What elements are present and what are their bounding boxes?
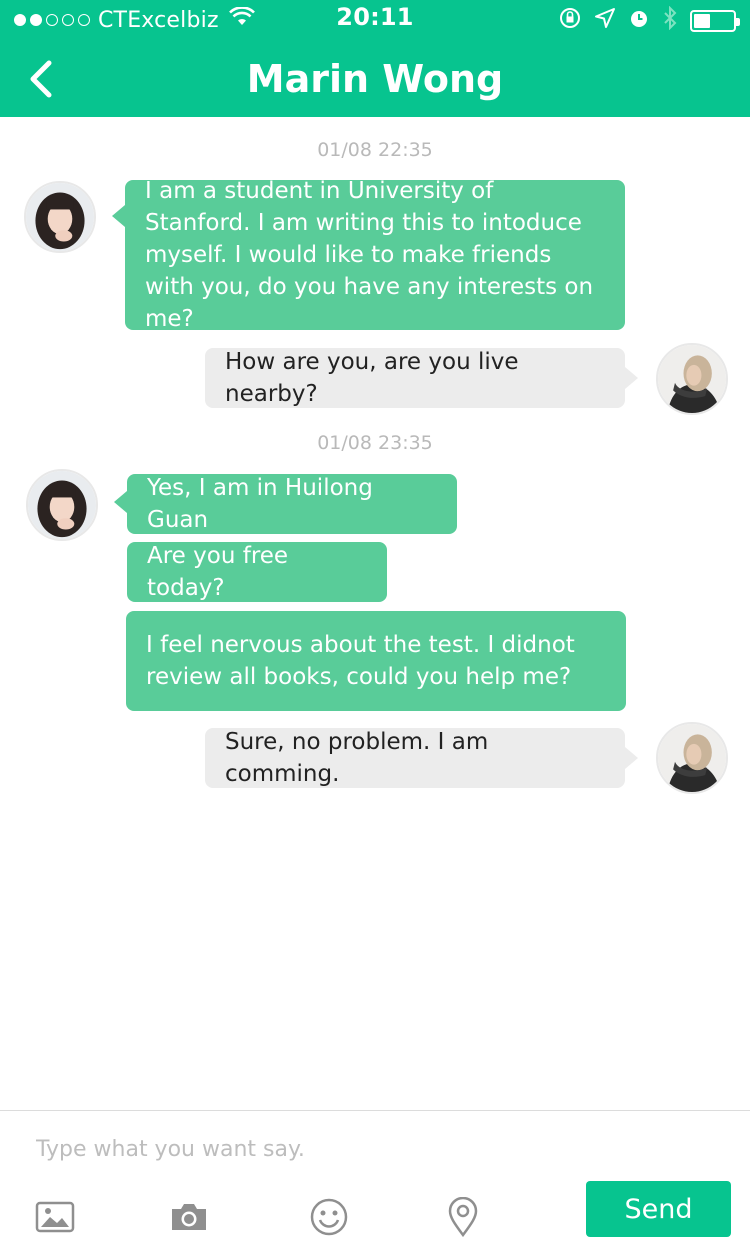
message-bubble-incoming[interactable]: Are you free today? [127, 542, 387, 602]
location-arrow-icon [594, 7, 616, 35]
bubble-tail [112, 205, 125, 227]
message-bubble-incoming[interactable]: I am a student in University of Stanford… [125, 178, 625, 332]
emoji-button[interactable] [307, 1197, 351, 1237]
message-text: How are you, are you live nearby? [225, 349, 519, 407]
bluetooth-icon [662, 5, 678, 36]
emoji-icon [310, 1198, 348, 1236]
camera-icon [172, 1204, 206, 1230]
battery-icon [690, 10, 740, 32]
user-avatar[interactable] [656, 343, 728, 415]
chevron-left-icon [30, 60, 52, 98]
rotation-lock-icon [558, 6, 582, 36]
status-icons [558, 5, 740, 36]
message-input[interactable] [36, 1129, 716, 1169]
image-icon [35, 1201, 75, 1233]
bubble-tail [114, 491, 127, 513]
top-bar: CTExcelbiz 20:11 Marin Wong [0, 0, 750, 117]
contact-avatar[interactable] [26, 469, 98, 541]
back-button[interactable] [20, 54, 60, 104]
timestamp: 01/08 22:35 [317, 139, 433, 161]
status-bar: CTExcelbiz 20:11 [0, 0, 750, 40]
message-bubble-outgoing[interactable]: Sure, no problem. I am comming. [205, 728, 625, 788]
message-text: Yes, I am in Huilong Guan [147, 475, 373, 533]
message-list[interactable]: 01/08 22:35 I am a student in University… [0, 117, 750, 1110]
camera-button[interactable] [167, 1197, 211, 1237]
alarm-icon [628, 7, 650, 35]
message-text: Are you free today? [147, 543, 289, 601]
location-button[interactable] [441, 1197, 485, 1237]
send-button[interactable]: Send [586, 1181, 731, 1237]
bubble-tail [625, 367, 638, 389]
location-icon [448, 1197, 478, 1237]
nav-bar: Marin Wong [0, 40, 750, 117]
message-bubble-incoming[interactable]: I feel nervous about the test. I didnot … [126, 611, 626, 711]
message-bubble-outgoing[interactable]: How are you, are you live nearby? [205, 348, 625, 408]
message-text: I feel nervous about the test. I didnot … [146, 632, 575, 690]
message-bubble-incoming[interactable]: Yes, I am in Huilong Guan [127, 474, 457, 534]
message-text: Sure, no problem. I am comming. [225, 729, 489, 787]
image-button[interactable] [33, 1197, 77, 1237]
page-title: Marin Wong [246, 56, 504, 101]
bubble-tail [625, 747, 638, 769]
chat-screen: CTExcelbiz 20:11 Marin Wong 01/08 22:35 … [0, 0, 750, 1254]
timestamp: 01/08 23:35 [317, 432, 433, 454]
message-text: I am a student in University of Stanford… [145, 178, 594, 332]
contact-avatar[interactable] [24, 181, 96, 253]
message-composer: Send [0, 1110, 750, 1254]
user-avatar[interactable] [656, 722, 728, 794]
